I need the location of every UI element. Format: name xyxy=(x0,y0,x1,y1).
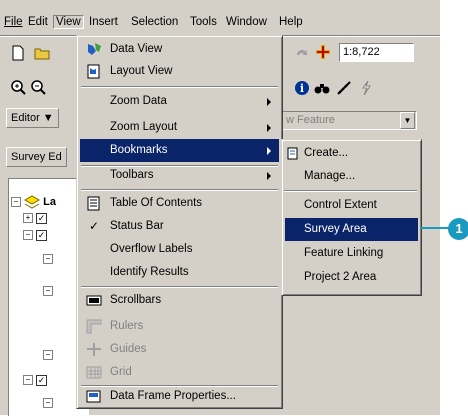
view-menu: Data View Layout View Zoom Data Zoom Lay… xyxy=(76,35,283,409)
menu-item-zoom-data[interactable]: Zoom Data xyxy=(80,90,279,113)
menu-selection[interactable]: Selection xyxy=(131,16,178,28)
toc-sublayer-row[interactable]: − xyxy=(43,397,53,409)
submenu-item-project-2-area[interactable]: Project 2 Area xyxy=(285,266,418,289)
menu-item-status-bar[interactable]: ✓ Status Bar xyxy=(80,215,279,238)
submenu-arrow-icon xyxy=(267,98,271,106)
submenu-item-control-extent[interactable]: Control Extent xyxy=(285,194,418,217)
create-bookmark-icon xyxy=(287,147,298,160)
toc-layer-row[interactable]: − ✓ xyxy=(23,229,48,241)
menu-help[interactable]: Help xyxy=(279,16,303,28)
table-of-contents-icon xyxy=(87,196,100,211)
menu-item-scrollbars[interactable]: Scrollbars xyxy=(80,289,279,312)
zoom-out-icon[interactable] xyxy=(30,79,46,95)
layer-visibility-checkbox[interactable]: ✓ xyxy=(36,374,48,386)
menu-separator xyxy=(81,86,278,88)
menu-tools[interactable]: Tools xyxy=(190,16,217,28)
menu-item-data-view[interactable]: Data View xyxy=(80,38,279,61)
collapse-icon[interactable]: − xyxy=(23,230,33,241)
step-callout-badge: 1 xyxy=(448,218,468,240)
redo-icon[interactable] xyxy=(294,45,310,61)
menu-item-rulers[interactable]: Rulers xyxy=(80,315,279,338)
data-frame-properties-icon xyxy=(86,390,101,403)
guides-icon xyxy=(87,343,101,356)
menu-item-grid[interactable]: Grid xyxy=(80,361,279,384)
collapse-icon[interactable]: − xyxy=(43,286,53,297)
rulers-icon xyxy=(86,319,102,334)
menu-item-bookmarks[interactable]: Bookmarks xyxy=(80,139,279,162)
toc-sublayer-row[interactable]: − xyxy=(43,285,53,297)
menu-item-layout-view[interactable]: Layout View xyxy=(80,60,279,83)
checkmark-icon: ✓ xyxy=(88,219,100,233)
menu-item-overflow-labels[interactable]: Overflow Labels xyxy=(80,238,279,261)
feature-task-field[interactable]: w Feature xyxy=(282,111,417,130)
menu-item-guides[interactable]: Guides xyxy=(80,338,279,361)
layers-icon xyxy=(24,195,41,209)
collapse-icon[interactable]: − xyxy=(11,197,21,207)
callout-pointer xyxy=(420,227,450,229)
menu-item-identify-results[interactable]: Identify Results xyxy=(80,261,279,284)
menu-item-zoom-layout[interactable]: Zoom Layout xyxy=(80,116,279,139)
submenu-item-feature-linking[interactable]: Feature Linking xyxy=(285,242,418,265)
collapse-icon[interactable]: − xyxy=(43,254,53,265)
menu-file[interactable]: File xyxy=(4,16,23,28)
grid-icon xyxy=(86,366,102,379)
add-data-icon[interactable] xyxy=(315,44,331,60)
toc-sublayer-row[interactable]: − xyxy=(43,349,53,361)
menu-item-table-of-contents[interactable]: Table Of Contents xyxy=(80,192,279,215)
toc-sublayer-row[interactable]: − xyxy=(43,253,53,265)
svg-text:i: i xyxy=(300,82,304,95)
map-scale-field[interactable]: 1:8,722 xyxy=(339,43,414,62)
menu-bar: File Edit View Insert Selection Tools Wi… xyxy=(0,13,440,33)
collapse-icon[interactable]: − xyxy=(43,398,53,409)
open-folder-icon[interactable] xyxy=(34,45,50,61)
layer-visibility-checkbox[interactable]: ✓ xyxy=(36,212,48,224)
menu-view[interactable]: View xyxy=(53,15,84,29)
zoom-in-icon[interactable] xyxy=(10,79,26,95)
identify-icon[interactable]: i xyxy=(294,80,310,96)
collapse-icon[interactable]: − xyxy=(23,375,33,386)
menu-item-data-frame-properties[interactable]: Data Frame Properties... xyxy=(80,385,279,408)
menu-edit[interactable]: Edit xyxy=(28,16,48,28)
submenu-item-manage[interactable]: Manage... xyxy=(285,165,418,188)
menu-item-toolbars[interactable]: Toolbars xyxy=(80,164,279,187)
measure-icon[interactable] xyxy=(336,80,352,96)
find-icon[interactable] xyxy=(314,80,330,96)
menu-insert[interactable]: Insert xyxy=(89,16,118,28)
survey-editor-button[interactable]: Survey Ed xyxy=(6,147,67,167)
submenu-arrow-icon xyxy=(267,172,271,180)
submenu-arrow-icon xyxy=(267,147,271,155)
expand-icon[interactable]: + xyxy=(23,213,33,224)
layout-view-icon xyxy=(87,64,100,79)
toc-layers-row[interactable]: − La xyxy=(11,195,56,209)
bookmarks-submenu: Create... Manage... Control Extent Surve… xyxy=(281,139,422,296)
menu-separator xyxy=(284,190,417,192)
menu-window[interactable]: Window xyxy=(226,16,267,28)
toc-layer-row[interactable]: − ✓ xyxy=(23,374,48,386)
menu-separator xyxy=(81,286,278,288)
submenu-item-survey-area[interactable]: Survey Area xyxy=(285,218,418,241)
submenu-item-create[interactable]: Create... xyxy=(285,142,418,165)
hyperlink-icon[interactable] xyxy=(358,80,374,96)
scrollbars-icon xyxy=(86,295,102,306)
toc-layer-row[interactable]: + ✓ xyxy=(23,212,48,224)
menu-separator xyxy=(81,189,278,191)
new-document-icon[interactable] xyxy=(10,45,26,61)
editor-menu-button[interactable]: Editor ▼ xyxy=(6,108,59,128)
dropdown-arrow-icon[interactable]: ▼ xyxy=(400,112,415,129)
submenu-arrow-icon xyxy=(267,124,271,132)
collapse-icon[interactable]: − xyxy=(43,350,53,361)
data-view-icon xyxy=(88,43,101,55)
layer-visibility-checkbox[interactable]: ✓ xyxy=(36,229,48,241)
